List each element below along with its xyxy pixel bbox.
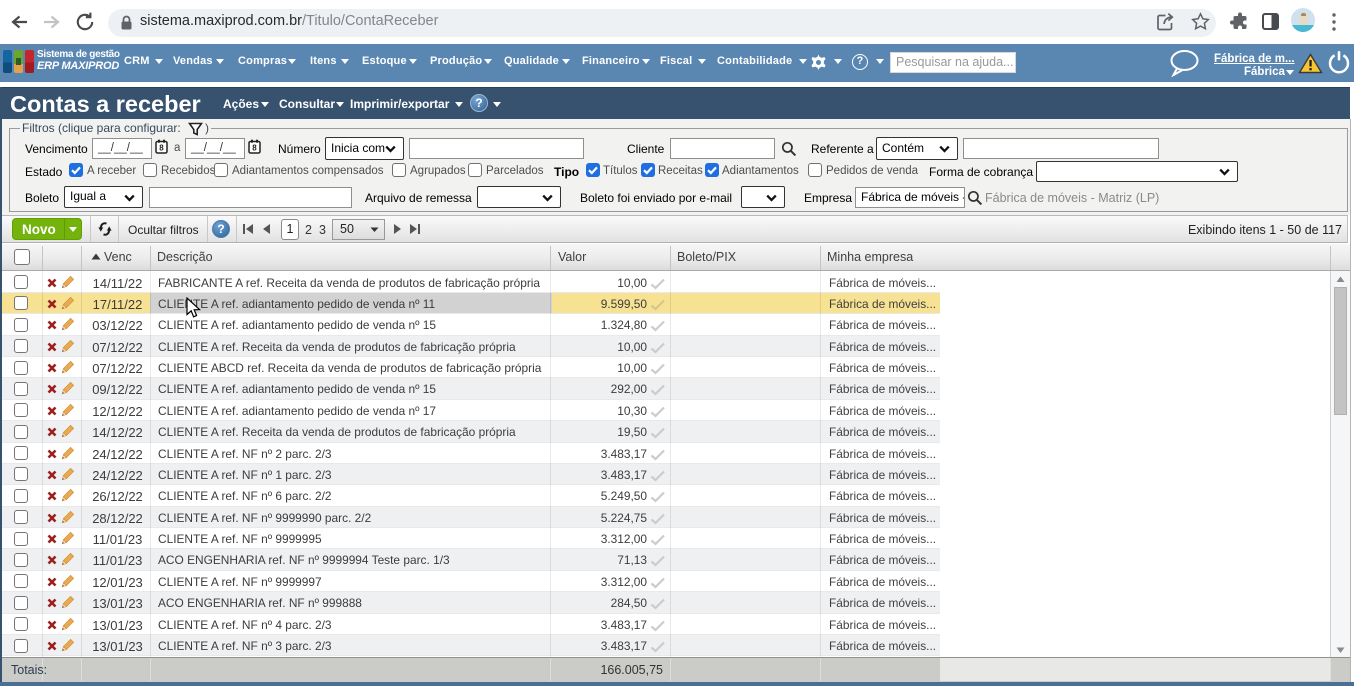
svg-text:8: 8	[252, 144, 257, 153]
svg-text:8: 8	[159, 144, 164, 153]
